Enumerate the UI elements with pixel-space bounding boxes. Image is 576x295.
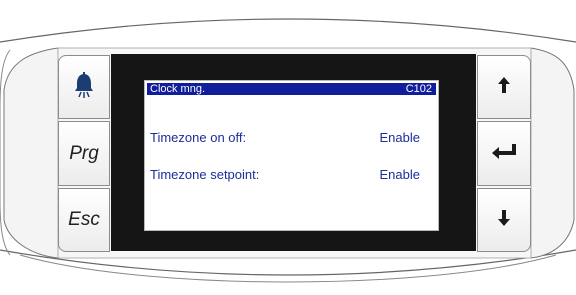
screen-header: Clock mng. C102 [147, 83, 436, 95]
enter-button[interactable] [477, 121, 531, 186]
esc-button[interactable]: Esc [58, 188, 110, 252]
lcd-screen: Clock mng. C102 Timezone on off: Enable … [144, 80, 439, 231]
prg-button[interactable]: Prg [58, 121, 110, 186]
setting-label: Timezone on off: [150, 130, 247, 145]
bell-icon [73, 71, 95, 103]
prg-label: Prg [69, 142, 99, 164]
enter-icon [490, 142, 518, 165]
arrow-down-icon [496, 208, 512, 233]
screen-code: C102 [405, 83, 432, 95]
screen-title: Clock mng. [150, 83, 206, 95]
setting-value: Enable [379, 130, 420, 145]
esc-label: Esc [68, 209, 100, 230]
up-button[interactable] [477, 55, 531, 119]
setting-value: Enable [379, 167, 420, 182]
down-button[interactable] [477, 188, 531, 252]
alarm-button[interactable] [58, 55, 110, 119]
arrow-up-icon [496, 75, 512, 100]
setting-label: Timezone setpoint: [150, 167, 260, 182]
